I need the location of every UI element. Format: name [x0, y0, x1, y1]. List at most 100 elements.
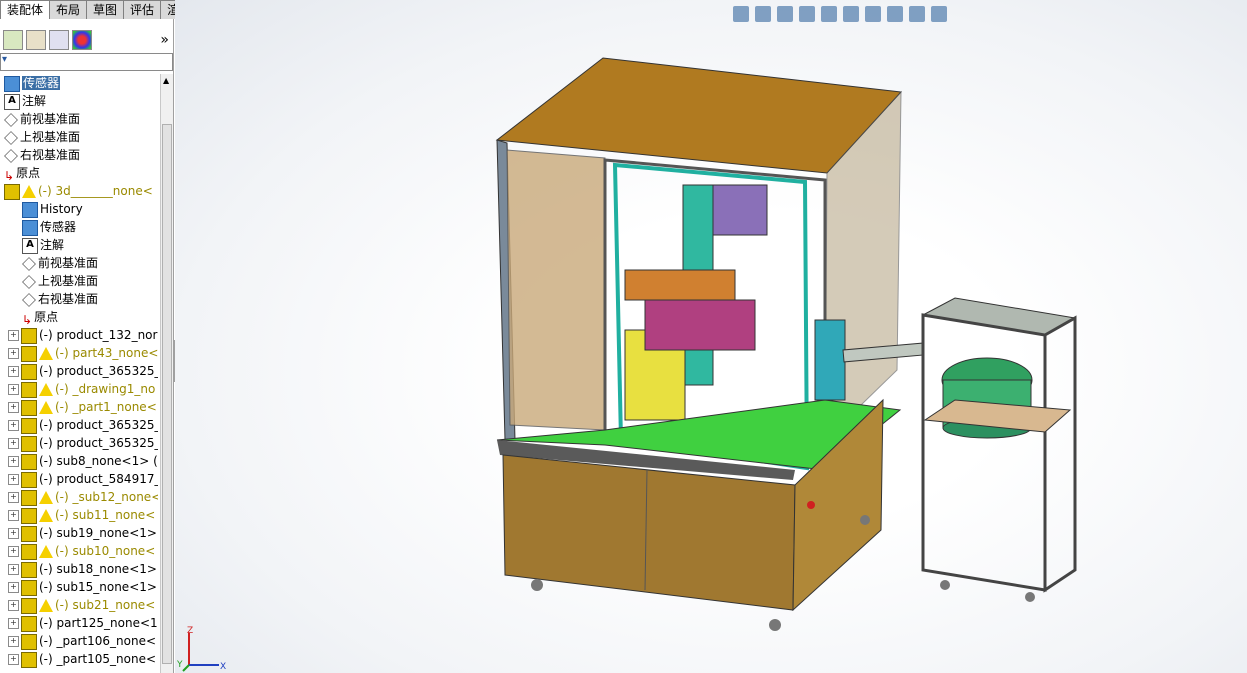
tree-item-label: (-) sub21_none<	[55, 598, 156, 612]
tree-item[interactable]: + (-) _part106_none<	[8, 632, 156, 650]
tree-item[interactable]: + (-) _sub12_none<	[8, 488, 158, 506]
expand-icon[interactable]: +	[8, 564, 19, 575]
assembly-icon	[21, 363, 37, 380]
tree-item[interactable]: 上视基准面	[4, 128, 80, 146]
tree-item[interactable]: 上视基准面	[22, 272, 98, 290]
command-tab[interactable]: 评估	[123, 0, 162, 19]
tree-item[interactable]: ↳ 原点	[22, 308, 59, 327]
tree-item[interactable]: History	[22, 200, 83, 218]
tree-item[interactable]: A 注解	[22, 236, 64, 254]
expand-icon[interactable]: +	[8, 474, 19, 485]
tree-item[interactable]: 传感器	[4, 74, 61, 92]
tree-item[interactable]: + (-) _part1_none<	[8, 398, 157, 416]
expand-icon[interactable]: +	[8, 420, 19, 431]
tree-item[interactable]: (-) 3d_______none<	[4, 182, 153, 200]
scroll-thumb[interactable]	[162, 124, 172, 664]
graphics-area[interactable]: Z Y X	[175, 0, 1247, 673]
command-tab[interactable]: 装配体	[0, 0, 51, 19]
feature-manager-panel: » ▾ 传感器 A 注解 前视基准面 上视基准面 右视基准面 ↳ 原点 (-) 3d______…	[0, 19, 174, 673]
tree-item[interactable]: + (-) part125_none<1	[8, 614, 158, 632]
upper-glass-left	[506, 149, 606, 431]
tree-item-label: 原点	[34, 310, 59, 324]
assembly-icon	[21, 543, 37, 560]
assembly-icon	[21, 525, 37, 542]
expand-icon[interactable]: +	[8, 384, 19, 395]
warning-icon	[39, 545, 53, 558]
expand-icon[interactable]: +	[8, 492, 19, 503]
expand-icon[interactable]: +	[8, 456, 19, 467]
tree-item[interactable]: + (-) product_365325_	[8, 362, 158, 380]
display-manager-icon[interactable]	[72, 30, 92, 50]
tree-item[interactable]: 前视基准面	[4, 110, 80, 128]
expand-icon[interactable]: +	[8, 618, 19, 629]
tree-item-label: 前视基准面	[38, 256, 99, 270]
configuration-manager-icon[interactable]	[49, 30, 69, 50]
tree-item[interactable]: 前视基准面	[22, 254, 98, 272]
filter-icon[interactable]: ▾	[2, 54, 7, 65]
expand-icon[interactable]: +	[8, 402, 19, 413]
tree-item[interactable]: A 注解	[4, 92, 46, 110]
tree-item-label: (-) part125_none<1	[39, 616, 158, 630]
assembly-icon	[21, 579, 37, 596]
caster-1	[531, 579, 543, 591]
warning-icon	[39, 599, 53, 612]
assembly-icon	[21, 435, 37, 452]
tree-scrollbar[interactable]: ▲	[160, 74, 173, 673]
expand-icon[interactable]: +	[8, 510, 19, 521]
expand-icon[interactable]: +	[8, 600, 19, 611]
tree-item-label: (-) part43_none<	[55, 346, 158, 360]
annotation-icon: A	[22, 237, 38, 254]
tree-item[interactable]: 右视基准面	[4, 146, 80, 164]
tree-item[interactable]: + (-) part43_none<	[8, 344, 158, 362]
expand-icon[interactable]: +	[8, 528, 19, 539]
feeder-caster-1	[940, 580, 950, 590]
tree-item[interactable]: + (-) product_584917_	[8, 470, 158, 488]
tree-item[interactable]: + (-) sub19_none<1>	[8, 524, 157, 542]
expand-panel-button[interactable]: »	[160, 32, 169, 48]
tree-item[interactable]: 传感器	[22, 218, 76, 236]
expand-icon[interactable]: +	[8, 366, 19, 377]
tree-item[interactable]: 右视基准面	[22, 290, 98, 308]
expand-icon[interactable]: +	[8, 582, 19, 593]
panel-tab-strip: »	[0, 29, 173, 51]
feeder-frame-side	[1043, 315, 1077, 593]
command-tab[interactable]: 布局	[49, 0, 88, 19]
orange-plate	[624, 269, 736, 301]
tree-item[interactable]: + (-) sub21_none<	[8, 596, 155, 614]
expand-icon[interactable]: +	[8, 438, 19, 449]
tree-item[interactable]: + (-) product_132_nor	[8, 326, 157, 344]
tree-item[interactable]: + (-) _drawing1_no	[8, 380, 155, 398]
part-icon	[21, 633, 37, 650]
filter-bar[interactable]: ▾	[0, 53, 173, 71]
tree-item-label: (-) product_132_nor	[39, 328, 158, 342]
triad-x-label: X	[220, 662, 226, 672]
tree-item[interactable]: ↳ 原点	[4, 164, 40, 183]
magenta-block	[644, 299, 756, 351]
tree-item[interactable]: + (-) sub18_none<1>	[8, 560, 157, 578]
tree-item[interactable]: + (-) sub11_none<	[8, 506, 155, 524]
machine-3d-model[interactable]	[175, 0, 1247, 673]
warning-icon	[39, 347, 53, 360]
tree-item-label: (-) _drawing1_no	[55, 382, 156, 396]
command-tab[interactable]: 草图	[86, 0, 125, 19]
expand-icon[interactable]: +	[8, 654, 19, 665]
tree-item[interactable]: + (-) _part105_none<	[8, 650, 156, 668]
scroll-up-icon[interactable]: ▲	[163, 76, 169, 85]
expand-icon[interactable]: +	[8, 348, 19, 359]
property-manager-icon[interactable]	[26, 30, 46, 50]
tree-item[interactable]: + (-) sub10_none<	[8, 542, 155, 560]
sensor-icon	[22, 219, 38, 236]
tree-item-label: (-) sub10_none<	[55, 544, 156, 558]
tree-item-label: 上视基准面	[38, 274, 99, 288]
expand-icon[interactable]: +	[8, 636, 19, 647]
expand-icon[interactable]: +	[8, 546, 19, 557]
part-icon	[21, 615, 37, 632]
tree-item[interactable]: + (-) sub15_none<1>	[8, 578, 157, 596]
expand-icon[interactable]: +	[8, 330, 19, 341]
tree-item[interactable]: + (-) sub8_none<1> (	[8, 452, 158, 470]
tree-item[interactable]: + (-) product_365325_	[8, 416, 158, 434]
tree-item[interactable]: + (-) product_365325_	[8, 434, 158, 452]
feature-manager-icon[interactable]	[3, 30, 23, 50]
feeder-caster-2	[1025, 592, 1035, 602]
tree-item-label: (-) 3d_______none<	[38, 184, 153, 198]
